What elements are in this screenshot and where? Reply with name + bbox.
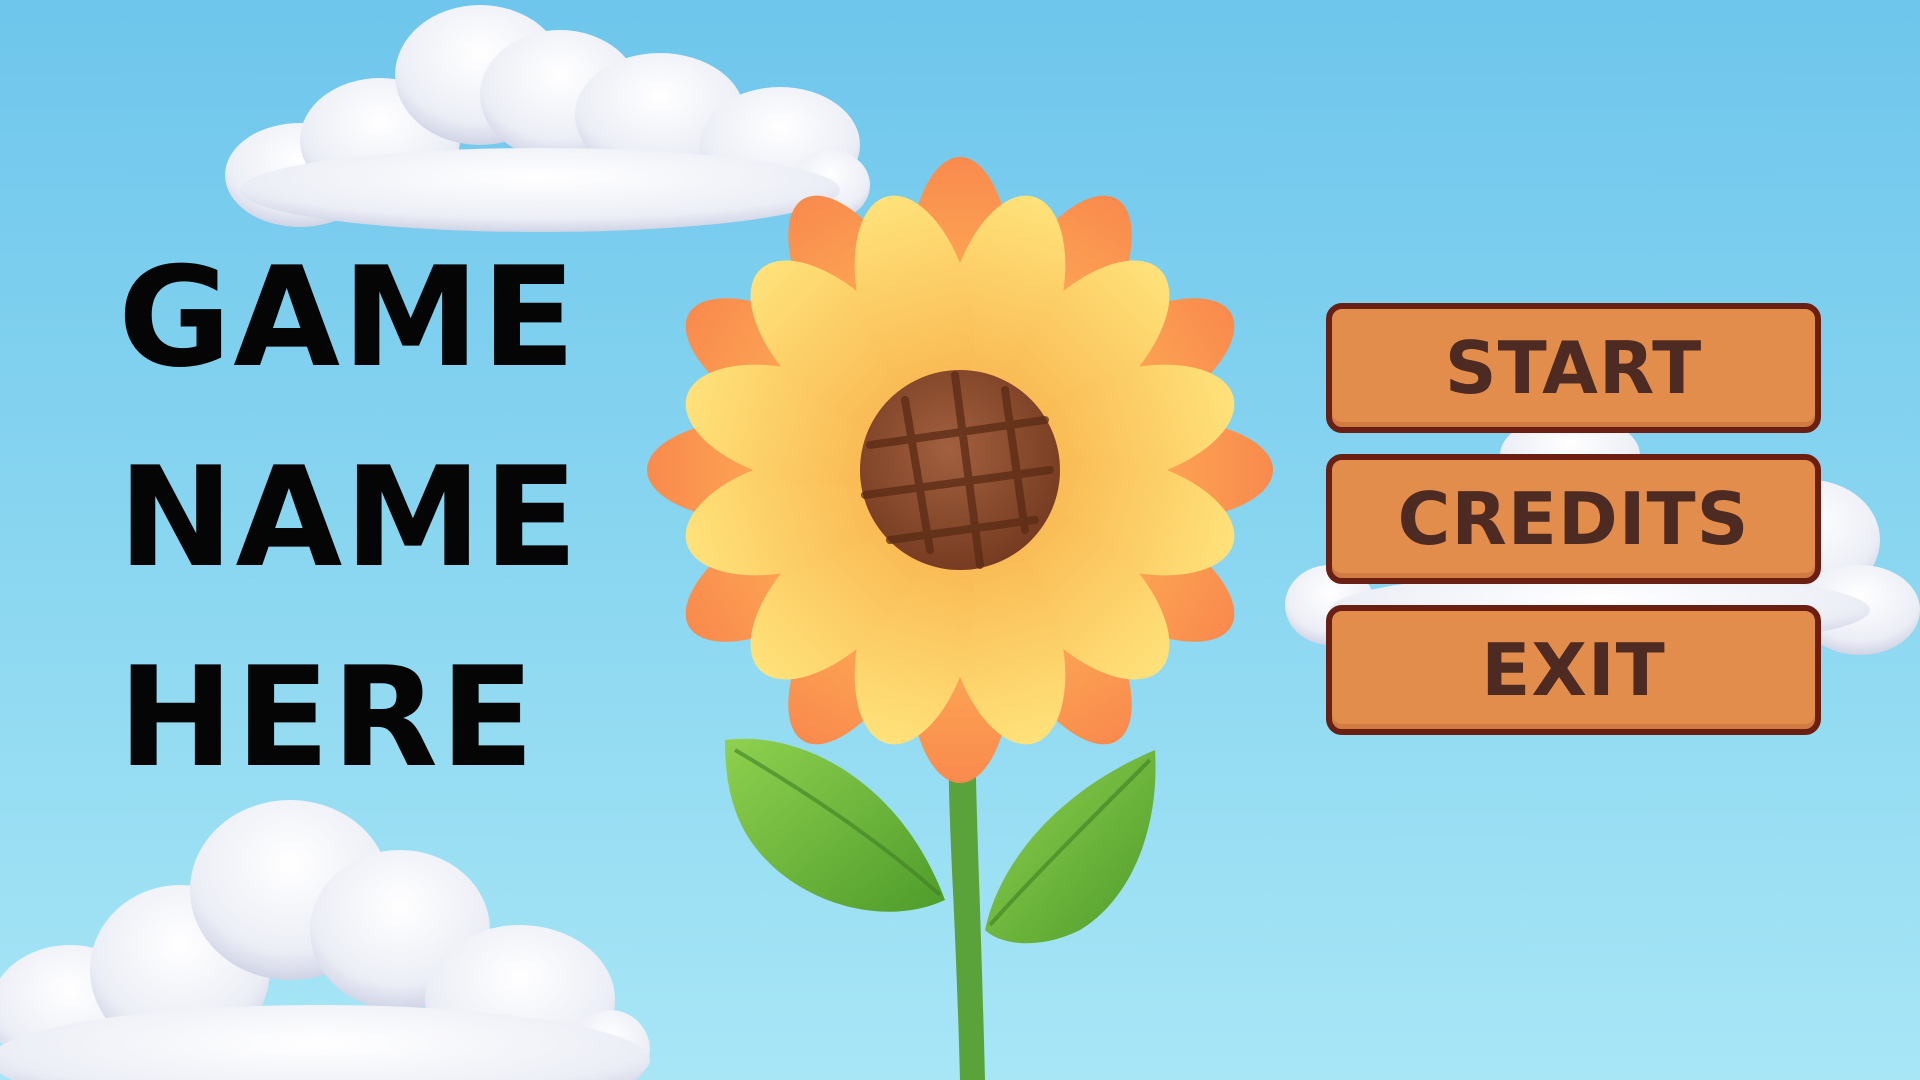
sunflower-icon bbox=[647, 157, 1273, 1080]
main-menu: START CREDITS EXIT bbox=[1326, 303, 1821, 756]
game-title-line-1: GAME bbox=[118, 237, 578, 398]
cloud-icon bbox=[225, 5, 870, 232]
exit-button-label: EXIT bbox=[1481, 628, 1666, 712]
start-button-label: START bbox=[1444, 326, 1703, 410]
credits-button[interactable]: CREDITS bbox=[1326, 454, 1821, 584]
main-menu-screen: GAME NAME HERE START CREDITS EXIT bbox=[0, 0, 1920, 1080]
game-title-line-3: HERE bbox=[118, 637, 537, 798]
cloud-icon bbox=[0, 800, 650, 1080]
start-button[interactable]: START bbox=[1326, 303, 1821, 433]
credits-button-label: CREDITS bbox=[1397, 477, 1750, 561]
exit-button[interactable]: EXIT bbox=[1326, 605, 1821, 735]
game-title-line-2: NAME bbox=[118, 437, 580, 598]
game-title: GAME NAME HERE bbox=[118, 218, 580, 818]
